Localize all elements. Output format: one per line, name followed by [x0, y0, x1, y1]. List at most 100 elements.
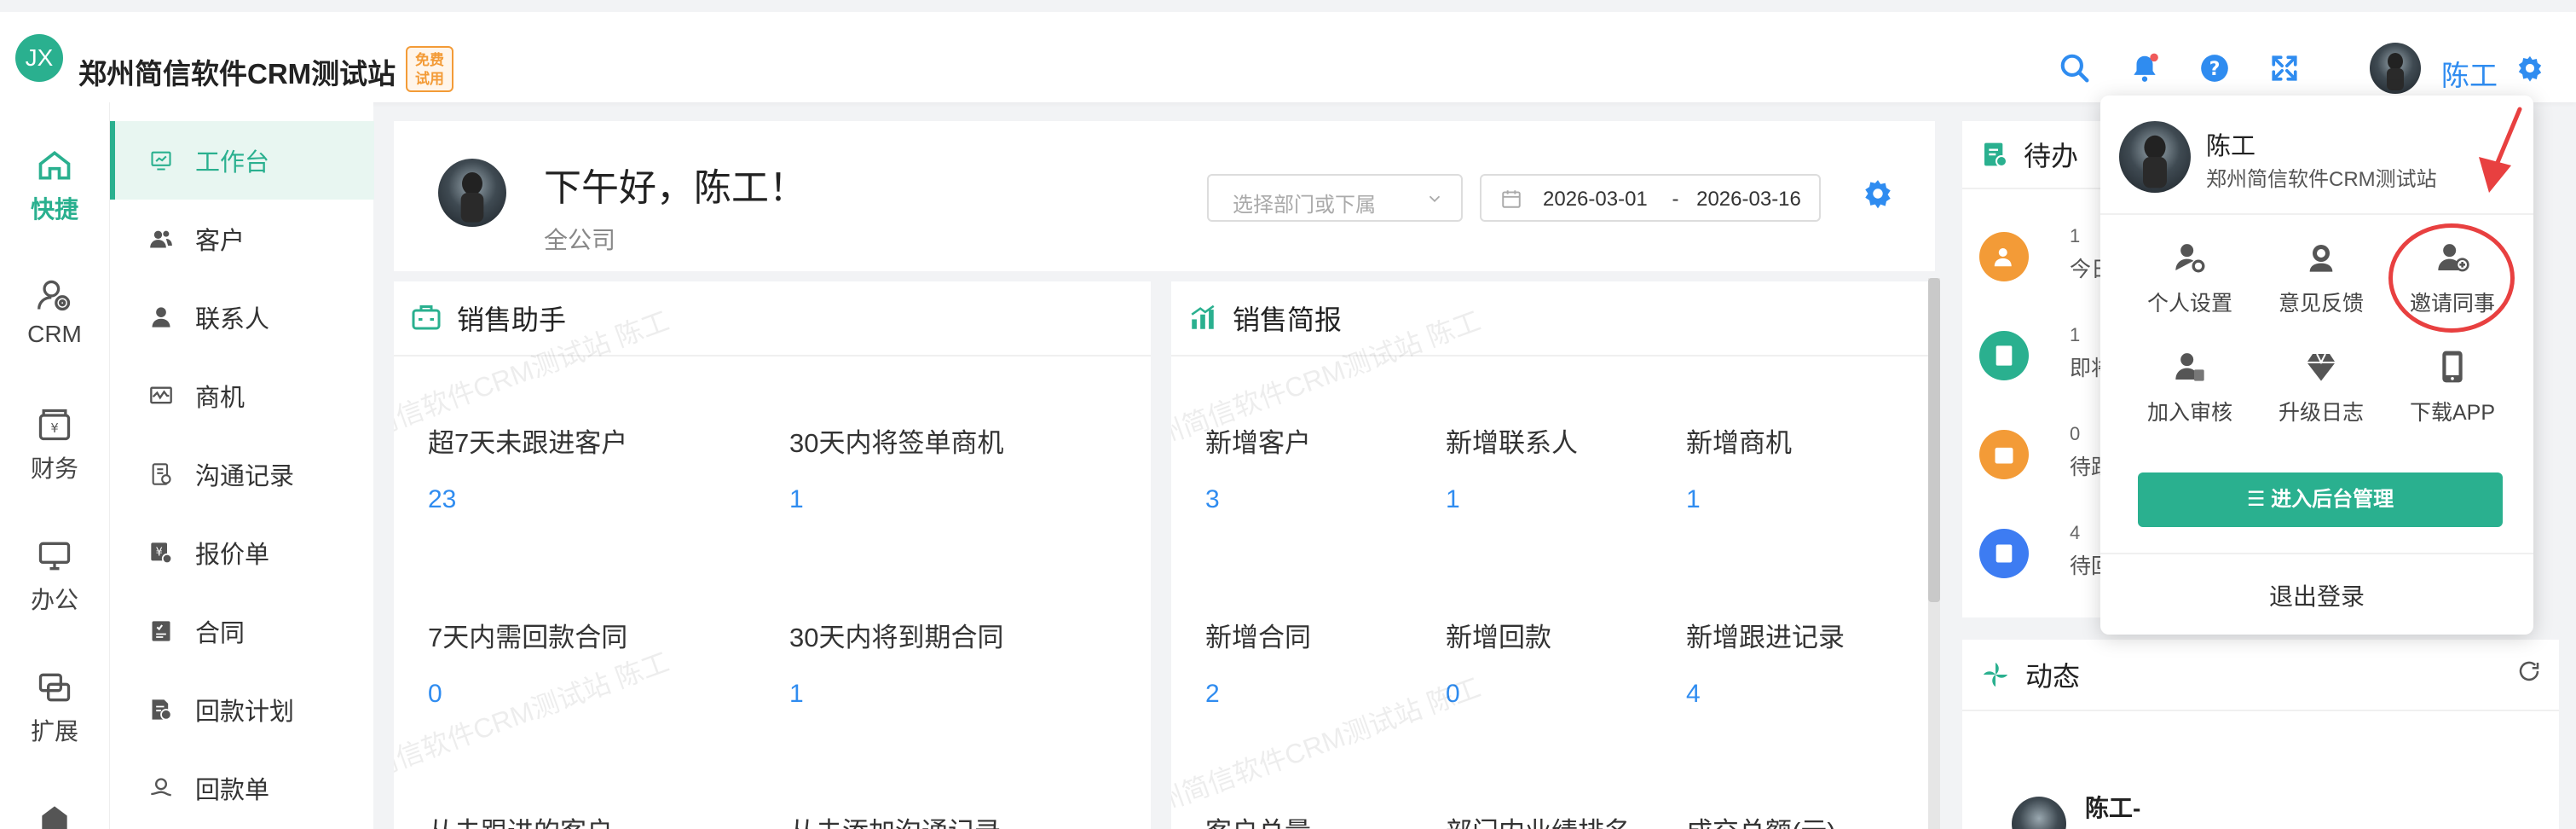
stat-label: 新增回款 — [1446, 623, 1551, 652]
action-label: 个人设置 — [2146, 292, 2232, 316]
phone-icon — [2442, 351, 2463, 383]
submenu-item-quotes[interactable]: ¥ 报价单 — [110, 513, 374, 592]
free-trial-badge[interactable]: 免费 试用 — [406, 46, 453, 92]
stat-no-records[interactable]: 从未添加沟通记录 — [789, 810, 1001, 829]
stat-never-followed[interactable]: 从未跟进的客户 — [428, 810, 613, 829]
bell-icon[interactable] — [2128, 51, 2162, 85]
user-avatar[interactable] — [2370, 43, 2421, 94]
stat-value[interactable]: 1 — [1446, 485, 1578, 514]
badge-line-2: 试用 — [415, 71, 444, 87]
personal-settings-button[interactable]: 个人设置 — [2126, 241, 2254, 317]
stat-value[interactable]: 1 — [789, 680, 1003, 709]
action-label: 加入审核 — [2146, 401, 2232, 425]
todo-header: 待办 — [1962, 121, 2114, 189]
building-icon — [42, 806, 67, 829]
date-end: 2026-03-16 — [1696, 188, 1801, 211]
highlight-ring — [2388, 223, 2515, 333]
stat-label: 新增客户 — [1205, 428, 1311, 458]
join-review-button[interactable]: 加入审核 — [2126, 350, 2254, 426]
record-icon — [147, 461, 175, 488]
changelog-button[interactable]: 升级日志 — [2257, 350, 2385, 426]
stat-label: 客户总量 — [1205, 810, 1311, 829]
submenu-item-contacts[interactable]: 联系人 — [110, 278, 374, 357]
stat-label: 30天内将签单商机 — [789, 428, 1004, 458]
primary-nav-rail: 快捷 CRM ¥ 财务 办公 扩展 — [0, 102, 109, 829]
stat-closing-opportunities[interactable]: 30天内将签单商机 1 — [789, 421, 1003, 514]
customers-icon — [147, 225, 175, 252]
search-icon[interactable] — [2058, 51, 2092, 85]
download-app-button[interactable]: 下载APP — [2388, 350, 2516, 426]
workbench-settings-icon[interactable] — [1862, 177, 1894, 214]
rail-item-more[interactable] — [0, 800, 109, 829]
rail-item-shortcuts[interactable]: 快捷 — [0, 147, 109, 225]
submenu-label: 报价单 — [195, 542, 270, 569]
stat-value[interactable]: 0 — [1446, 680, 1551, 709]
stat-value[interactable]: 3 — [1205, 485, 1311, 514]
home-icon — [38, 151, 71, 180]
submenu-label: 回款单 — [195, 777, 270, 804]
contract-expiring-icon — [1979, 331, 2029, 380]
submenu-item-communication[interactable]: 沟通记录 — [110, 435, 374, 513]
main-scrollbar[interactable] — [1928, 278, 1940, 829]
stat-label: 部门内业绩排名 — [1446, 810, 1631, 829]
chevron-down-icon — [1429, 195, 1441, 203]
stat-value[interactable]: 2 — [1205, 680, 1311, 709]
stat-new-contacts[interactable]: 新增联系人 1 — [1446, 421, 1578, 514]
stat-value[interactable]: 1 — [789, 485, 1003, 514]
logout-button[interactable]: 退出登录 — [2100, 578, 2533, 612]
admin-console-button[interactable]: ☰ 进入后台管理 — [2138, 472, 2503, 527]
stat-stale-customers[interactable]: 超7天未跟进客户 23 — [428, 421, 627, 514]
user-name[interactable]: 陈工 — [2441, 53, 2498, 94]
submenu-label: 商机 — [195, 385, 245, 412]
department-select[interactable]: 选择部门或下属 — [1207, 174, 1463, 222]
stat-value[interactable]: 0 — [428, 680, 627, 709]
monitor-icon — [38, 542, 71, 571]
rail-item-extensions[interactable]: 扩展 — [0, 669, 109, 747]
stat-new-opportunities[interactable]: 新增商机 1 — [1686, 421, 1792, 514]
submenu-label: 工作台 — [195, 149, 270, 177]
rail-item-finance[interactable]: ¥ 财务 — [0, 406, 109, 484]
stat-value[interactable]: 23 — [428, 485, 627, 514]
rail-item-crm[interactable]: CRM — [0, 276, 109, 348]
stat-new-followups[interactable]: 新增跟进记录 4 — [1686, 616, 1845, 709]
money-icon — [1979, 529, 2029, 578]
sales-brief-panel: 销售简报 新增客户 3 新增联系人 1 新增商机 1 新增合同 2 新增回款 0… — [1171, 281, 1928, 829]
stat-value[interactable]: 1 — [1686, 485, 1792, 514]
fullscreen-icon[interactable] — [2267, 51, 2302, 85]
sales-assistant-title: 销售助手 — [457, 304, 567, 335]
submenu-item-payment-plan[interactable]: 回款计划 — [110, 670, 374, 749]
stat-value[interactable]: 4 — [1686, 680, 1845, 709]
todo-count: 1 — [2070, 225, 2081, 246]
feedback-button[interactable]: 意见反馈 — [2257, 241, 2385, 317]
stat-new-contracts[interactable]: 新增合同 2 — [1205, 616, 1311, 709]
stat-expiring-contracts[interactable]: 30天内将到期合同 1 — [789, 616, 1003, 709]
stat-total-customers[interactable]: 客户总量 — [1205, 810, 1311, 829]
submenu-item-customers[interactable]: 客户 — [110, 200, 374, 278]
activity-avatar — [2012, 797, 2066, 829]
stat-new-payments[interactable]: 新增回款 0 — [1446, 616, 1551, 709]
date-start: 2026-03-01 — [1543, 188, 1648, 211]
todo-icon — [1981, 141, 2008, 168]
settings-gear-icon[interactable] — [2513, 51, 2547, 85]
help-icon[interactable]: ? — [2198, 51, 2232, 85]
stat-new-customers[interactable]: 新增客户 3 — [1205, 421, 1311, 514]
refresh-icon[interactable] — [2516, 658, 2542, 688]
submenu-item-opportunities[interactable]: 商机 — [110, 357, 374, 435]
stat-label: 新增跟进记录 — [1686, 623, 1845, 652]
rail-label: 快捷 — [30, 196, 78, 223]
submenu-item-contracts[interactable]: 合同 — [110, 592, 374, 670]
submenu-label: 联系人 — [195, 306, 270, 333]
greeting-title: 下午好，陈工！ — [544, 167, 806, 209]
rail-item-office[interactable]: 办公 — [0, 537, 109, 616]
stat-label: 从未添加沟通记录 — [789, 810, 1001, 829]
submenu-item-workbench[interactable]: 工作台 — [110, 121, 374, 200]
app-logo[interactable]: JX — [15, 34, 63, 82]
stat-dept-ranking[interactable]: 部门内业绩排名 — [1446, 810, 1631, 829]
submenu-item-payments[interactable]: 回款单 — [110, 749, 374, 827]
svg-text:¥: ¥ — [50, 421, 58, 436]
action-label: 意见反馈 — [2278, 292, 2364, 316]
scrollbar-thumb[interactable] — [1928, 278, 1940, 602]
stat-payment-due-contracts[interactable]: 7天内需回款合同 0 — [428, 616, 627, 709]
date-range-picker[interactable]: 2026-03-01 - 2026-03-16 — [1480, 174, 1821, 222]
stat-deal-total[interactable]: 成交总额(元) — [1686, 810, 1836, 829]
